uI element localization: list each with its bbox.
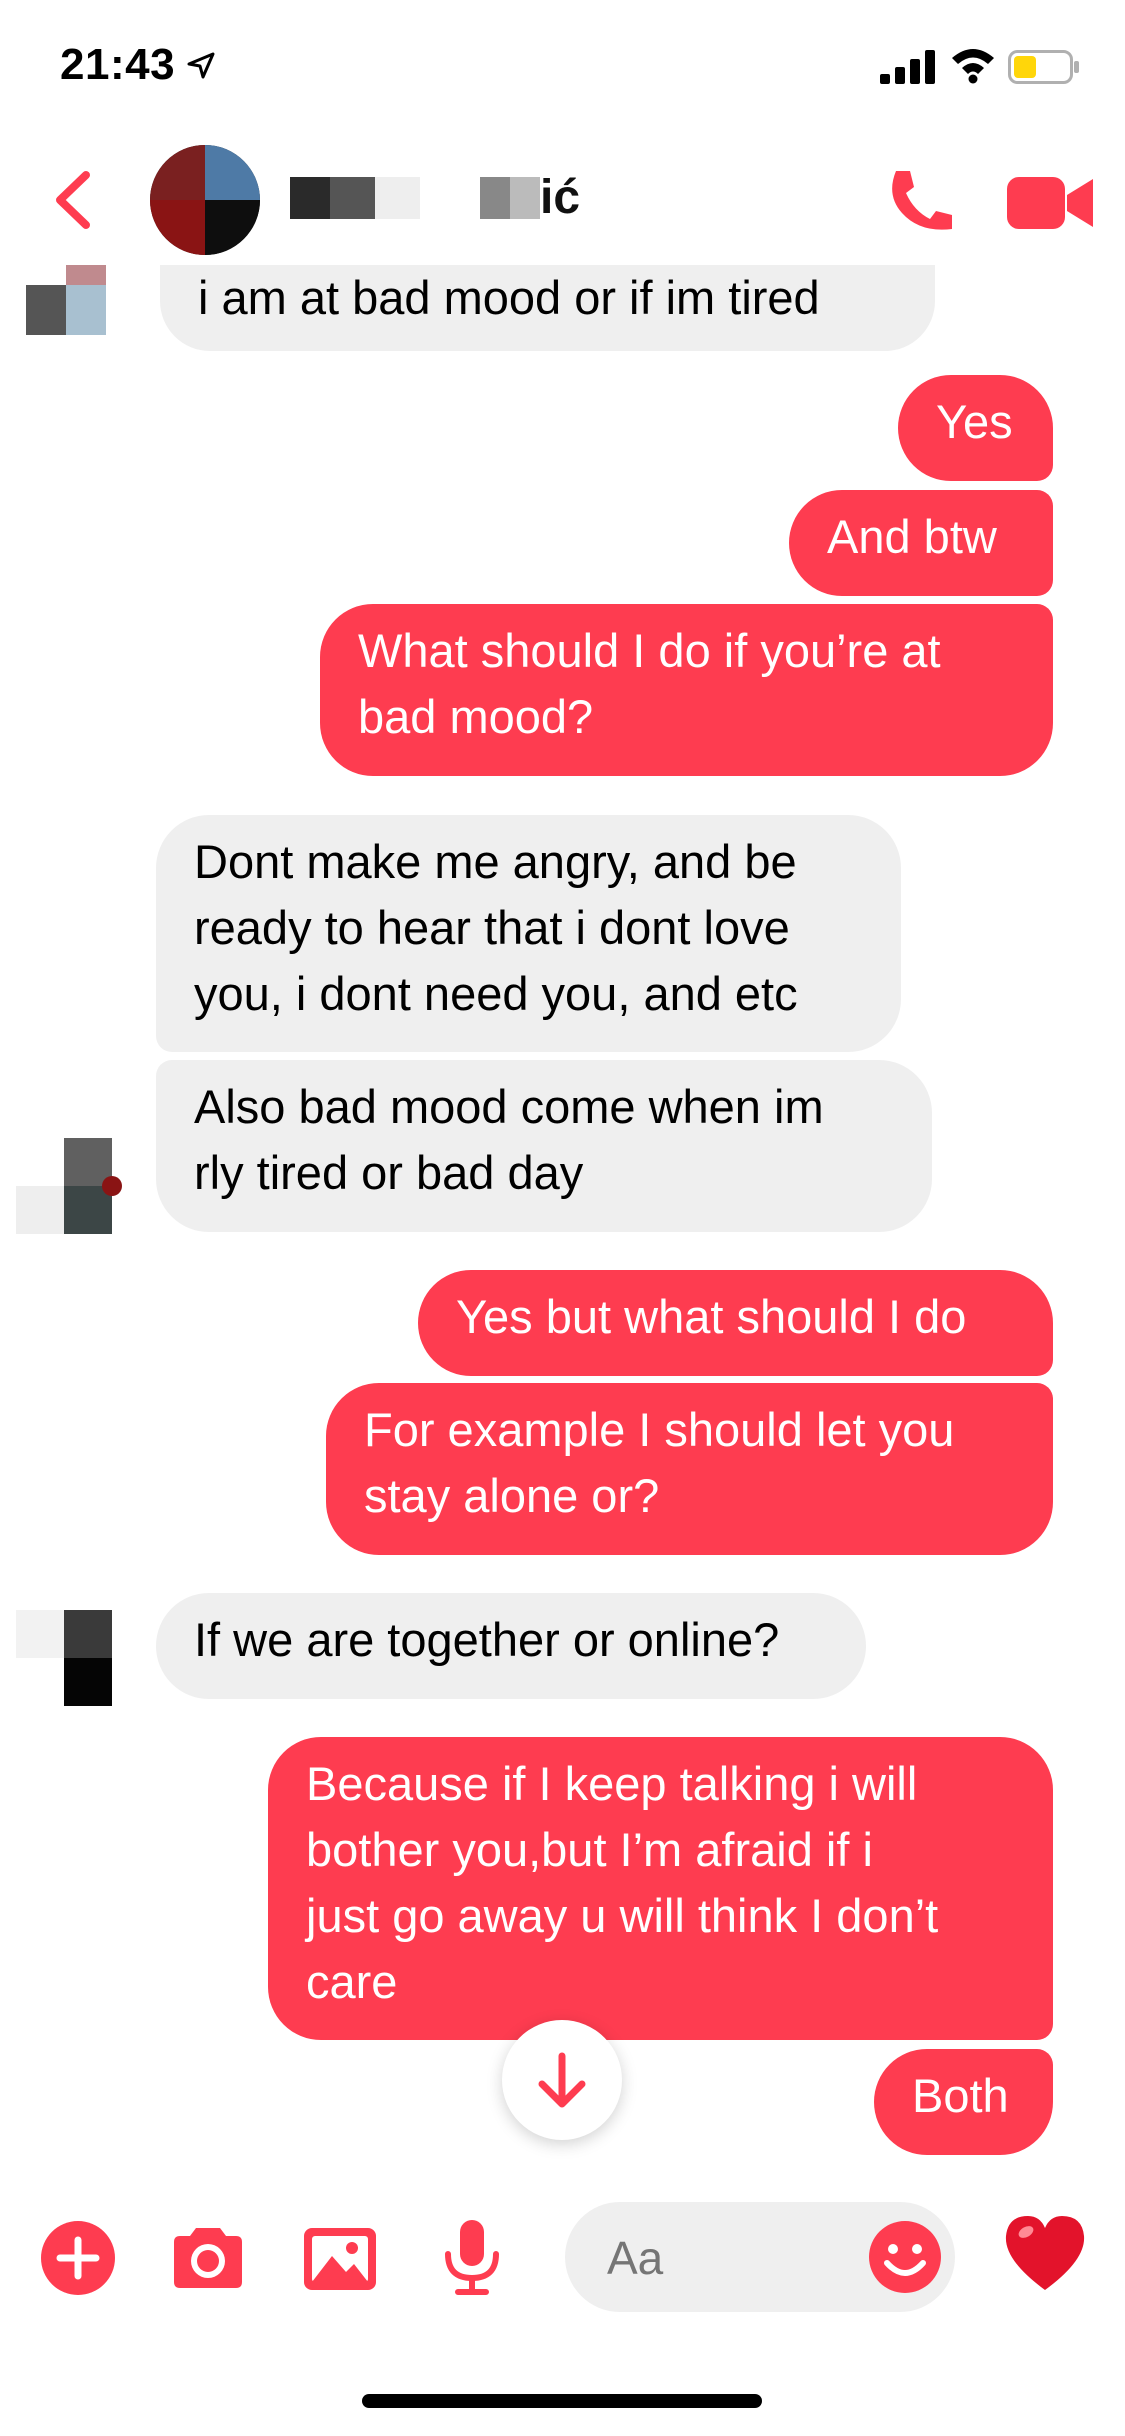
message-bubble-incoming[interactable]: If we are together or online? [156,1593,866,1699]
status-time: 21:43 [60,40,176,89]
message-text-field[interactable] [565,2202,955,2312]
message-bubble-outgoing[interactable]: And btw [789,490,1053,596]
heart-icon[interactable] [1000,2208,1090,2298]
status-bar: 21:43 [0,0,1125,135]
contact-name[interactable]: ić [290,169,610,241]
message-thread[interactable]: i am at bad mood or if im tired Yes And … [0,245,1125,2165]
message-bubble-incoming[interactable]: Dont make me angry, and be ready to hear… [156,815,901,1052]
wifi-icon [952,49,994,84]
back-button[interactable] [40,165,110,235]
home-indicator[interactable] [362,2394,762,2408]
scroll-to-bottom-button[interactable] [502,2020,622,2140]
message-bubble-outgoing[interactable]: Because if I keep talking i will bother … [268,1737,1053,2040]
svg-text:ić: ić [540,171,580,224]
sender-avatar [16,1610,112,1706]
sender-avatar [26,253,106,343]
plus-circle-icon[interactable] [38,2218,118,2298]
photo-icon[interactable] [300,2218,380,2298]
avatar-image [150,145,260,255]
smiley-icon[interactable] [865,2217,945,2297]
location-arrow-icon [187,52,215,79]
message-composer [0,2178,1125,2338]
cellular-signal-icon [880,50,935,84]
contact-avatar[interactable] [150,145,260,255]
microphone-icon[interactable] [432,2218,512,2298]
message-bubble-outgoing[interactable]: For example I should let you stay alone … [326,1383,1053,1555]
message-bubble-outgoing[interactable]: Both [874,2049,1053,2155]
redacted-name: ić [290,171,580,224]
message-bubble-outgoing[interactable]: Yes but what should I do [418,1270,1053,1376]
arrow-down-icon [538,2052,586,2108]
video-call-button[interactable] [1005,171,1095,235]
message-bubble-outgoing[interactable]: What should I do if you’re at bad mood? [320,604,1053,776]
battery-low-icon [1008,50,1079,84]
phone-call-button[interactable] [880,163,960,243]
message-bubble-incoming[interactable]: Also bad mood come when im rly tired or … [156,1060,932,1232]
message-bubble-outgoing[interactable]: Yes [898,375,1053,481]
camera-icon[interactable] [168,2218,248,2298]
sender-avatar [16,1138,122,1234]
conversation-header: ić [0,135,1125,265]
message-input[interactable] [605,2222,809,2294]
